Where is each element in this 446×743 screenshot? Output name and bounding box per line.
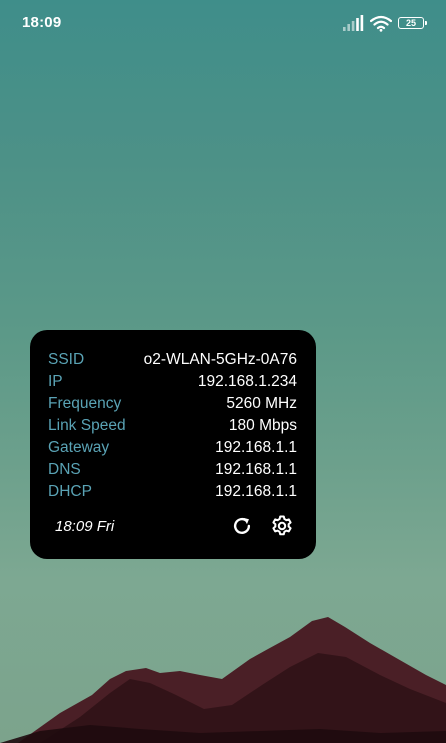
wifi-info-widget[interactable]: SSID o2-WLAN-5GHz-0A76 IP 192.168.1.234 … xyxy=(30,330,316,559)
frequency-label: Frequency xyxy=(48,395,122,412)
wifi-info-list: SSID o2-WLAN-5GHz-0A76 IP 192.168.1.234 … xyxy=(48,349,297,503)
widget-footer: 18:09 Fri xyxy=(30,511,316,541)
row-ssid: SSID o2-WLAN-5GHz-0A76 xyxy=(48,349,297,371)
wifi-icon xyxy=(370,15,392,32)
dns-label: DNS xyxy=(48,461,81,478)
refresh-button[interactable] xyxy=(230,514,254,538)
row-ip: IP 192.168.1.234 xyxy=(48,371,297,393)
row-gateway: Gateway 192.168.1.1 xyxy=(48,437,297,459)
status-icons: 25 xyxy=(342,13,427,33)
settings-icon xyxy=(272,515,292,536)
home-screen: 18:09 25 SSID o2-WLAN-5GHz-0A76 IP 192.1… xyxy=(0,0,446,743)
dhcp-value: 192.168.1.1 xyxy=(215,483,297,500)
ssid-value: o2-WLAN-5GHz-0A76 xyxy=(143,351,297,368)
row-link-speed: Link Speed 180 Mbps xyxy=(48,415,297,437)
row-frequency: Frequency 5260 MHz xyxy=(48,393,297,415)
widget-actions xyxy=(230,514,294,538)
row-dns: DNS 192.168.1.1 xyxy=(48,459,297,481)
status-time: 18:09 xyxy=(22,14,62,31)
ip-value: 192.168.1.234 xyxy=(197,373,297,390)
gateway-value: 192.168.1.1 xyxy=(215,439,297,456)
mountain-silhouette xyxy=(0,617,446,743)
link-speed-label: Link Speed xyxy=(48,417,126,434)
battery-level: 25 xyxy=(405,17,416,28)
row-dhcp: DHCP 192.168.1.1 xyxy=(48,481,297,503)
dns-value: 192.168.1.1 xyxy=(215,461,297,478)
ip-label: IP xyxy=(48,373,63,390)
link-speed-value: 180 Mbps xyxy=(228,417,297,434)
frequency-value: 5260 MHz xyxy=(226,395,297,412)
ssid-label: SSID xyxy=(48,351,85,368)
dhcp-label: DHCP xyxy=(48,483,92,500)
refresh-icon xyxy=(233,517,251,535)
gateway-label: Gateway xyxy=(48,439,110,456)
last-updated: 18:09 Fri xyxy=(55,517,115,535)
battery-icon: 25 xyxy=(398,17,427,29)
settings-button[interactable] xyxy=(270,514,294,538)
signal-icon xyxy=(343,15,364,31)
status-bar: 18:09 25 xyxy=(0,0,446,46)
